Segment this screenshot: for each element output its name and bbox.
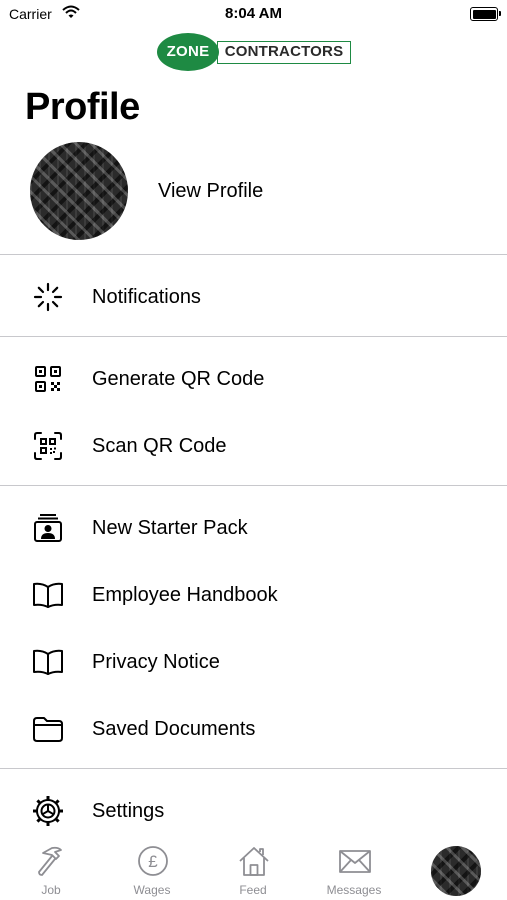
menu-label: Notifications <box>92 286 201 308</box>
qr-code-icon <box>35 366 61 392</box>
menu-item-scan-qr[interactable]: Scan QR Code <box>0 417 507 473</box>
menu-item-notifications[interactable]: Notifications <box>0 268 507 324</box>
menu-label: Scan QR Code <box>92 435 227 457</box>
profile-avatar[interactable] <box>30 142 128 240</box>
qr-scan-icon <box>34 432 62 460</box>
menu-item-new-starter-pack[interactable]: New Starter Pack <box>0 499 507 555</box>
divider <box>0 485 507 486</box>
menu-item-privacy-notice[interactable]: Privacy Notice <box>0 633 507 689</box>
menu-label: Generate QR Code <box>92 368 265 390</box>
gear-icon <box>33 796 63 826</box>
tab-messages[interactable]: Messages <box>314 836 394 900</box>
menu-label: New Starter Pack <box>92 517 248 539</box>
menu-label: Saved Documents <box>92 718 256 740</box>
logo-box: CONTRACTORS <box>217 41 351 64</box>
tab-label: Wages <box>133 883 171 897</box>
view-profile-link[interactable]: View Profile <box>158 180 263 203</box>
tab-job[interactable]: Job <box>11 836 91 900</box>
menu-label: Employee Handbook <box>92 584 278 606</box>
menu-item-generate-qr[interactable]: Generate QR Code <box>0 350 507 406</box>
menu-item-saved-documents[interactable]: Saved Documents <box>0 700 507 756</box>
tab-label: Feed <box>239 883 267 897</box>
logo-text-contractors: CONTRACTORS <box>224 43 344 60</box>
tab-label: Messages <box>326 883 382 897</box>
tab-feed[interactable]: Feed <box>213 836 293 900</box>
pound-icon: £ <box>138 846 168 876</box>
menu-item-settings[interactable]: Settings <box>0 782 507 838</box>
svg-text:£: £ <box>148 852 158 871</box>
home-icon <box>239 847 269 876</box>
menu-label: Settings <box>92 800 165 822</box>
book-icon <box>33 649 63 675</box>
status-bar: Carrier 8:04 AM <box>0 0 507 28</box>
tab-label: Job <box>41 883 61 897</box>
divider <box>0 768 507 769</box>
divider <box>0 254 507 255</box>
logo-text-zone: ZONE <box>166 43 210 60</box>
folder-icon <box>33 717 63 742</box>
divider <box>0 336 507 337</box>
company-logo: CONTRACTORS ZONE <box>157 32 353 72</box>
tab-wages[interactable]: £ Wages <box>112 836 192 900</box>
avatar-pattern <box>30 142 128 240</box>
page-title: Profile <box>25 86 140 128</box>
book-icon <box>33 582 63 608</box>
avatar-pattern <box>431 846 481 896</box>
envelope-icon <box>339 850 371 873</box>
hammer-icon <box>38 846 62 876</box>
battery-icon <box>470 7 501 21</box>
id-badge-icon <box>34 514 62 542</box>
tab-profile-avatar[interactable] <box>431 846 481 896</box>
menu-item-employee-handbook[interactable]: Employee Handbook <box>0 566 507 622</box>
spinner-icon <box>33 282 63 312</box>
menu-label: Privacy Notice <box>92 651 220 673</box>
status-time: 8:04 AM <box>225 5 282 22</box>
